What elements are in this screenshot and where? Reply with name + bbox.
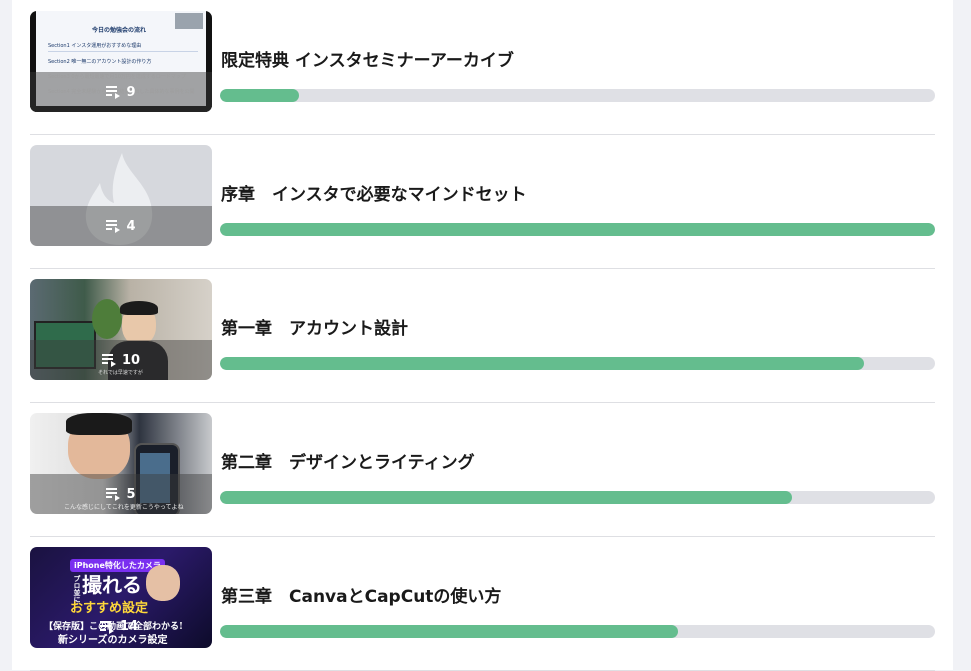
course-thumbnail[interactable]: 今日の勉強会の流れ Section1 インスタ運用がおすすめな理由 Sectio… bbox=[30, 11, 212, 112]
course-row[interactable]: 4 序章 インスタで必要なマインドセット bbox=[30, 134, 935, 269]
video-count: 9 bbox=[106, 84, 136, 100]
thumb-big-text: おすすめ設定 bbox=[70, 601, 149, 616]
course-title[interactable]: 序章 インスタで必要なマインドセット bbox=[221, 180, 527, 205]
video-caption: それでは早速ですが bbox=[98, 370, 143, 376]
video-caption: こんな感じにしてこれを更新こうやってよね bbox=[64, 504, 184, 511]
course-title[interactable]: 第三章 CanvaとCapCutの使い方 bbox=[221, 582, 501, 607]
course-row[interactable]: 今日の勉強会の流れ Section1 インスタ運用がおすすめな理由 Sectio… bbox=[30, 0, 935, 135]
progress-fill bbox=[220, 357, 864, 370]
video-count-number: 10 bbox=[121, 352, 141, 368]
course-thumbnail[interactable]: iPhone特化したカメラ プロ並に 撮れる おすすめ設定 【保存版】この動画で… bbox=[30, 547, 212, 648]
slide-line: Section1 インスタ運用がおすすめな理由 bbox=[48, 43, 142, 49]
presenter-inset bbox=[175, 13, 203, 29]
progress-bar bbox=[220, 223, 935, 236]
video-count: 5 bbox=[106, 486, 136, 502]
playlist-play-icon bbox=[101, 354, 116, 367]
slide-heading: 今日の勉強会の流れ bbox=[92, 27, 147, 34]
course-title[interactable]: 第一章 アカウント設計 bbox=[221, 314, 408, 339]
playlist-play-icon bbox=[106, 220, 121, 233]
thumb-overlay: 4 bbox=[30, 206, 212, 246]
playlist-play-icon bbox=[106, 86, 121, 99]
playlist-play-icon bbox=[106, 488, 121, 501]
course-thumbnail[interactable]: 4 bbox=[30, 145, 212, 246]
progress-fill bbox=[220, 491, 792, 504]
video-count: 10 bbox=[101, 352, 141, 368]
course-thumbnail[interactable]: 10 それでは早速ですが bbox=[30, 279, 212, 380]
course-title[interactable]: 第二章 デザインとライティング bbox=[221, 448, 475, 473]
course-title[interactable]: 限定特典 インスタセミナーアーカイブ bbox=[221, 46, 514, 71]
course-row[interactable]: 10 それでは早速ですが 第一章 アカウント設計 bbox=[30, 268, 935, 403]
video-count-number: 14 bbox=[120, 619, 139, 634]
progress-bar bbox=[220, 357, 935, 370]
progress-bar bbox=[220, 89, 935, 102]
video-count-number: 9 bbox=[126, 84, 136, 100]
person-hair bbox=[120, 301, 158, 315]
playlist-play-icon bbox=[100, 620, 114, 634]
progress-bar bbox=[220, 625, 935, 638]
video-count: 4 bbox=[106, 218, 136, 234]
course-row[interactable]: iPhone特化したカメラ プロ並に 撮れる おすすめ設定 【保存版】この動画で… bbox=[30, 536, 935, 671]
thumb-big-text: 撮れる bbox=[82, 573, 142, 597]
video-count-number: 5 bbox=[126, 486, 136, 502]
slide-line: Section2 唯一無二のアカウント設計の作り方 bbox=[48, 59, 152, 65]
progress-fill bbox=[220, 223, 935, 236]
slide-divider bbox=[48, 51, 198, 52]
thumb-overlay: 9 bbox=[30, 72, 212, 112]
video-count-overlay: 14 bbox=[100, 619, 138, 634]
video-count: 14 bbox=[100, 619, 138, 634]
plant bbox=[92, 299, 122, 339]
person-hair bbox=[66, 413, 132, 435]
progress-bar bbox=[220, 491, 935, 504]
person-face bbox=[146, 565, 180, 601]
course-thumbnail[interactable]: 5 こんな感じにしてこれを更新こうやってよね bbox=[30, 413, 212, 514]
progress-fill bbox=[220, 89, 299, 102]
course-row[interactable]: 5 こんな感じにしてこれを更新こうやってよね 第二章 デザインとライティング bbox=[30, 402, 935, 537]
course-list: 今日の勉強会の流れ Section1 インスタ運用がおすすめな理由 Sectio… bbox=[12, 0, 953, 671]
progress-fill bbox=[220, 625, 678, 638]
video-count-number: 4 bbox=[126, 218, 136, 234]
